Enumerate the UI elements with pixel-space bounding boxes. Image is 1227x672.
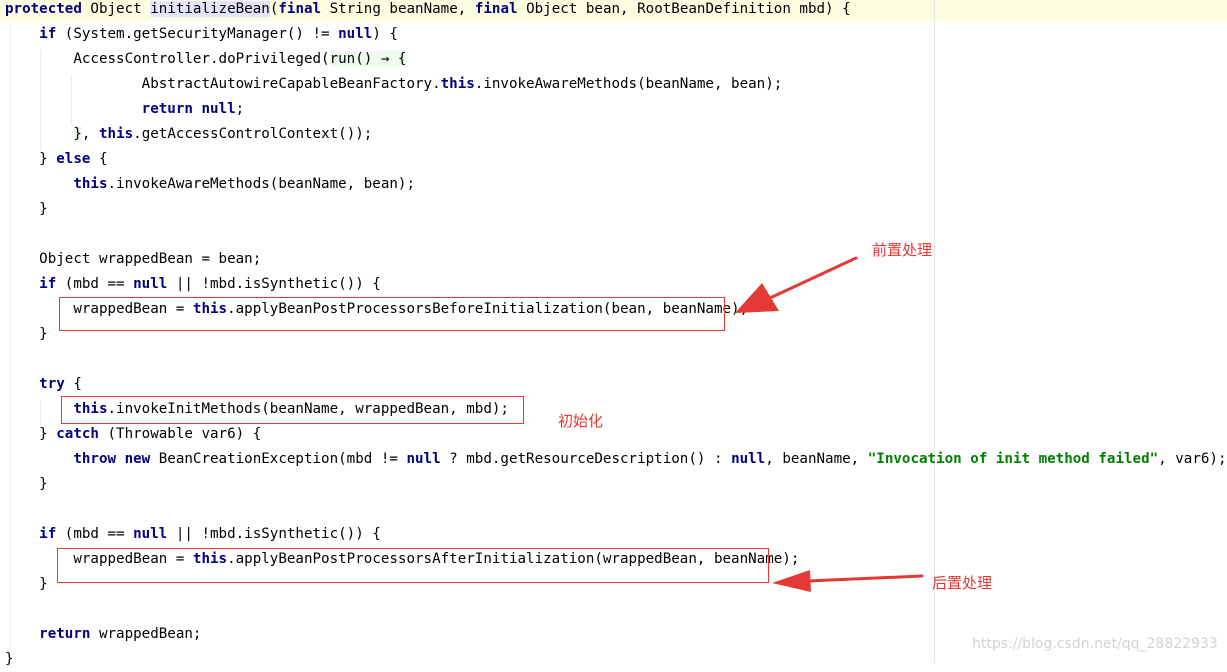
code-token: (mbd == — [56, 276, 134, 292]
code-line: }, this.getAccessControlContext()); — [5, 122, 372, 147]
code-token: } — [5, 476, 48, 492]
code-line: if (mbd == null || !mbd.isSynthetic()) { — [5, 522, 381, 547]
code-token: .invokeAwareMethods(beanName, bean); — [474, 76, 783, 92]
code-line: AbstractAutowireCapableBeanFactory.this.… — [5, 72, 783, 97]
code-line: } — [5, 572, 48, 597]
code-line: AccessController.doPrivileged(run() → { — [5, 47, 407, 72]
code-token: catch — [56, 426, 99, 442]
code-token: Object wrappedBean = bean; — [5, 251, 262, 267]
code-token: this — [440, 76, 475, 92]
code-token: run() → { — [329, 51, 407, 67]
initialization-label: 初始化 — [558, 412, 604, 430]
code-line: return null; — [5, 97, 245, 122]
code-token: , — [81, 126, 99, 142]
code-token: protected — [5, 1, 82, 17]
code-line: this.invokeAwareMethods(beanName, bean); — [5, 172, 415, 197]
code-token: ; — [235, 101, 245, 117]
code-token: .getAccessControlContext()); — [133, 126, 373, 142]
post-processing-label: 后置处理 — [932, 574, 993, 592]
code-line: } — [5, 322, 48, 347]
code-token: this — [73, 176, 108, 192]
code-token: ) { — [372, 26, 398, 42]
code-token: AccessController.doPrivileged( — [5, 51, 330, 67]
code-line: protected Object initializeBean(final St… — [5, 0, 851, 22]
code-line: if (mbd == null || !mbd.isSynthetic()) { — [5, 272, 381, 297]
code-line: } — [5, 647, 14, 672]
code-token: { — [64, 376, 82, 392]
code-token: else — [56, 151, 91, 167]
code-token: Object bean, RootBeanDefinition mbd) { — [517, 1, 851, 17]
code-token: initializeBean — [150, 1, 270, 17]
init-highlight-box — [61, 396, 524, 424]
code-token: wrappedBean; — [90, 626, 202, 642]
code-token: return — [39, 626, 91, 642]
right-margin-guide — [934, 0, 935, 663]
code-token: } — [5, 426, 57, 442]
code-token: .invokeAwareMethods(beanName, bean); — [107, 176, 416, 192]
code-token: AbstractAutowireCapableBeanFactory. — [5, 76, 441, 92]
code-token: } — [5, 576, 48, 592]
code-token: Object — [81, 1, 151, 17]
code-token: null — [406, 451, 441, 467]
code-line: throw new BeanCreationException(mbd != n… — [5, 447, 1227, 472]
code-token: if — [39, 526, 57, 542]
code-line: } — [5, 197, 48, 222]
code-token: null — [731, 451, 766, 467]
code-line: } — [5, 472, 48, 497]
code-line: return wrappedBean; — [5, 622, 201, 647]
watermark: https://blog.csdn.net/qq_28822933 — [972, 636, 1218, 652]
code-line: } catch (Throwable var6) { — [5, 422, 261, 447]
code-token: || !mbd.isSynthetic()) { — [167, 526, 381, 542]
code-token: null — [133, 276, 168, 292]
code-token: , var6); — [1158, 451, 1227, 467]
code-token: (Throwable var6) { — [98, 426, 262, 442]
code-token: null — [133, 526, 168, 542]
code-token: return null — [141, 101, 236, 117]
code-line: } else { — [5, 147, 108, 172]
code-token: "Invocation of init method failed" — [867, 451, 1159, 467]
after-init-highlight-box — [57, 548, 769, 583]
code-token: } — [5, 326, 48, 342]
code-token: null — [338, 26, 373, 42]
code-line: try { — [5, 372, 82, 397]
code-token: , beanName, — [765, 451, 868, 467]
code-token: || !mbd.isSynthetic()) { — [167, 276, 381, 292]
code-token: (mbd == — [56, 526, 134, 542]
code-token: String beanName, — [321, 1, 475, 17]
code-token: final — [278, 1, 322, 17]
before-init-highlight-box — [59, 297, 725, 331]
code-line: if (System.getSecurityManager() != null)… — [5, 22, 398, 47]
code-token: if — [39, 26, 57, 42]
code-token: final — [474, 1, 518, 17]
code-token: try — [39, 376, 65, 392]
code-token: (System.getSecurityManager() != — [56, 26, 339, 42]
code-token: BeanCreationException(mbd != — [150, 451, 407, 467]
code-token: throw new — [73, 451, 151, 467]
code-token: ? mbd.getResourceDescription() : — [440, 451, 732, 467]
code-token: } — [5, 651, 14, 667]
code-token: } — [5, 201, 48, 217]
code-token: if — [39, 276, 57, 292]
code-token: } — [73, 126, 82, 142]
code-token: } — [5, 151, 57, 167]
pre-processing-label: 前置处理 — [872, 241, 933, 259]
code-token: { — [90, 151, 108, 167]
code-token: this — [98, 126, 134, 142]
code-line: Object wrappedBean = bean; — [5, 247, 261, 272]
